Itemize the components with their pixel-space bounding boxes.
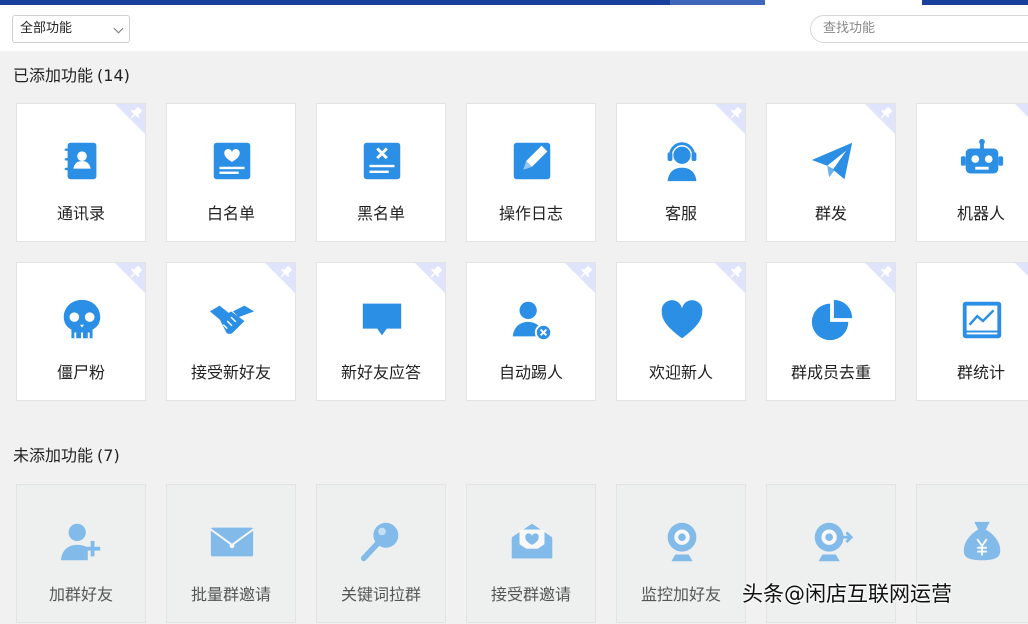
feature-label: 通讯录 (56, 204, 105, 223)
heart-icon (658, 296, 706, 344)
edit-log-icon (508, 137, 556, 185)
feature-label: 客服 (664, 204, 697, 223)
feature-card[interactable]: 监控加好友 (616, 484, 746, 623)
pin-icon[interactable] (1015, 263, 1028, 293)
webcam-icon (658, 518, 706, 566)
headset-agent-icon (658, 137, 706, 185)
category-filter-select[interactable]: 全部功能 (12, 15, 130, 43)
user-add-icon (58, 518, 106, 566)
pin-icon[interactable] (115, 104, 145, 134)
pin-icon[interactable] (715, 263, 745, 293)
feature-label: 关键词拉群 (340, 585, 421, 604)
pin-icon[interactable] (865, 263, 895, 293)
feature-label: 自动踢人 (498, 363, 563, 382)
feature-card[interactable]: 自动踢人 (466, 262, 596, 401)
feature-label: 批量群邀请 (190, 585, 271, 604)
feature-card[interactable]: 黑名单 (316, 103, 446, 242)
line-chart-icon (958, 296, 1006, 344)
feature-label: 机器人 (956, 204, 1005, 223)
handshake-icon (208, 296, 256, 344)
feature-card[interactable]: 接受新好友 (166, 262, 296, 401)
pin-icon[interactable] (715, 104, 745, 134)
feature-card[interactable]: 通讯录 (16, 103, 146, 242)
search-input[interactable]: 查找功能 (810, 15, 1028, 43)
feature-card[interactable]: 欢迎新人 (616, 262, 746, 401)
chevron-down-icon[interactable] (113, 23, 124, 34)
watermark: 头条@闲店互联网运营 (742, 582, 952, 606)
feature-card[interactable]: 群统计 (916, 262, 1028, 401)
pin-icon[interactable] (565, 263, 595, 293)
feature-label: 监控加好友 (640, 585, 721, 604)
feature-label: 接受新好友 (190, 363, 271, 382)
feature-card[interactable]: 加群好友 (16, 484, 146, 623)
feature-card[interactable]: 群发 (766, 103, 896, 242)
skull-icon (58, 296, 106, 344)
feature-card[interactable]: 批量群邀请 (166, 484, 296, 623)
toolbar: 全部功能 查找功能 (0, 5, 1028, 51)
feature-label: 群成员去重 (790, 363, 871, 382)
pin-icon[interactable] (115, 263, 145, 293)
feature-label: 僵尸粉 (56, 363, 105, 382)
search-placeholder: 查找功能 (823, 21, 876, 36)
feature-card[interactable]: 接受群邀请 (466, 484, 596, 623)
user-remove-icon (508, 296, 556, 344)
contacts-book-icon (58, 137, 106, 185)
feature-card[interactable]: 客服 (616, 103, 746, 242)
feature-label: 白名单 (206, 204, 255, 223)
whitelist-card-icon (208, 137, 256, 185)
added-count: (14) (97, 66, 130, 85)
feature-label: 群发 (814, 204, 847, 223)
not-added-section-title: 未添加功能 (7) (13, 442, 120, 466)
blacklist-card-icon (358, 137, 406, 185)
envelope-icon (208, 518, 256, 566)
feature-card[interactable]: 机器人 (916, 103, 1028, 242)
category-filter-value: 全部功能 (20, 21, 73, 36)
webcam-arrow-icon (808, 518, 856, 566)
not-added-count: (7) (97, 446, 120, 465)
feature-card[interactable]: 群成员去重 (766, 262, 896, 401)
feature-label: 欢迎新人 (648, 363, 713, 382)
feature-label: 接受群邀请 (490, 585, 571, 604)
feature-card[interactable]: 操作日志 (466, 103, 596, 242)
robot-icon (958, 137, 1006, 185)
feature-label: 黑名单 (356, 204, 405, 223)
chat-bubble-icon (358, 296, 406, 344)
pin-icon[interactable] (865, 104, 895, 134)
pin-icon[interactable] (265, 263, 295, 293)
not-added-section-label: 未添加功能 (13, 446, 94, 465)
pie-chart-icon (808, 296, 856, 344)
paper-plane-icon (808, 137, 856, 185)
feature-label: 群统计 (956, 363, 1005, 382)
pin-icon[interactable] (1015, 104, 1028, 134)
feature-card[interactable]: 白名单 (166, 103, 296, 242)
feature-card[interactable]: 僵尸粉 (16, 262, 146, 401)
feature-label: 操作日志 (498, 204, 563, 223)
feature-label: 新好友应答 (340, 363, 421, 382)
magnifier-icon (358, 518, 406, 566)
envelope-heart-icon (508, 518, 556, 566)
money-bag-icon (958, 518, 1006, 566)
added-section-label: 已添加功能 (13, 66, 94, 85)
feature-card[interactable]: 新好友应答 (316, 262, 446, 401)
feature-label: 加群好友 (48, 585, 113, 604)
added-section-title: 已添加功能 (14) (13, 62, 130, 86)
pin-icon[interactable] (415, 263, 445, 293)
feature-card[interactable]: 关键词拉群 (316, 484, 446, 623)
